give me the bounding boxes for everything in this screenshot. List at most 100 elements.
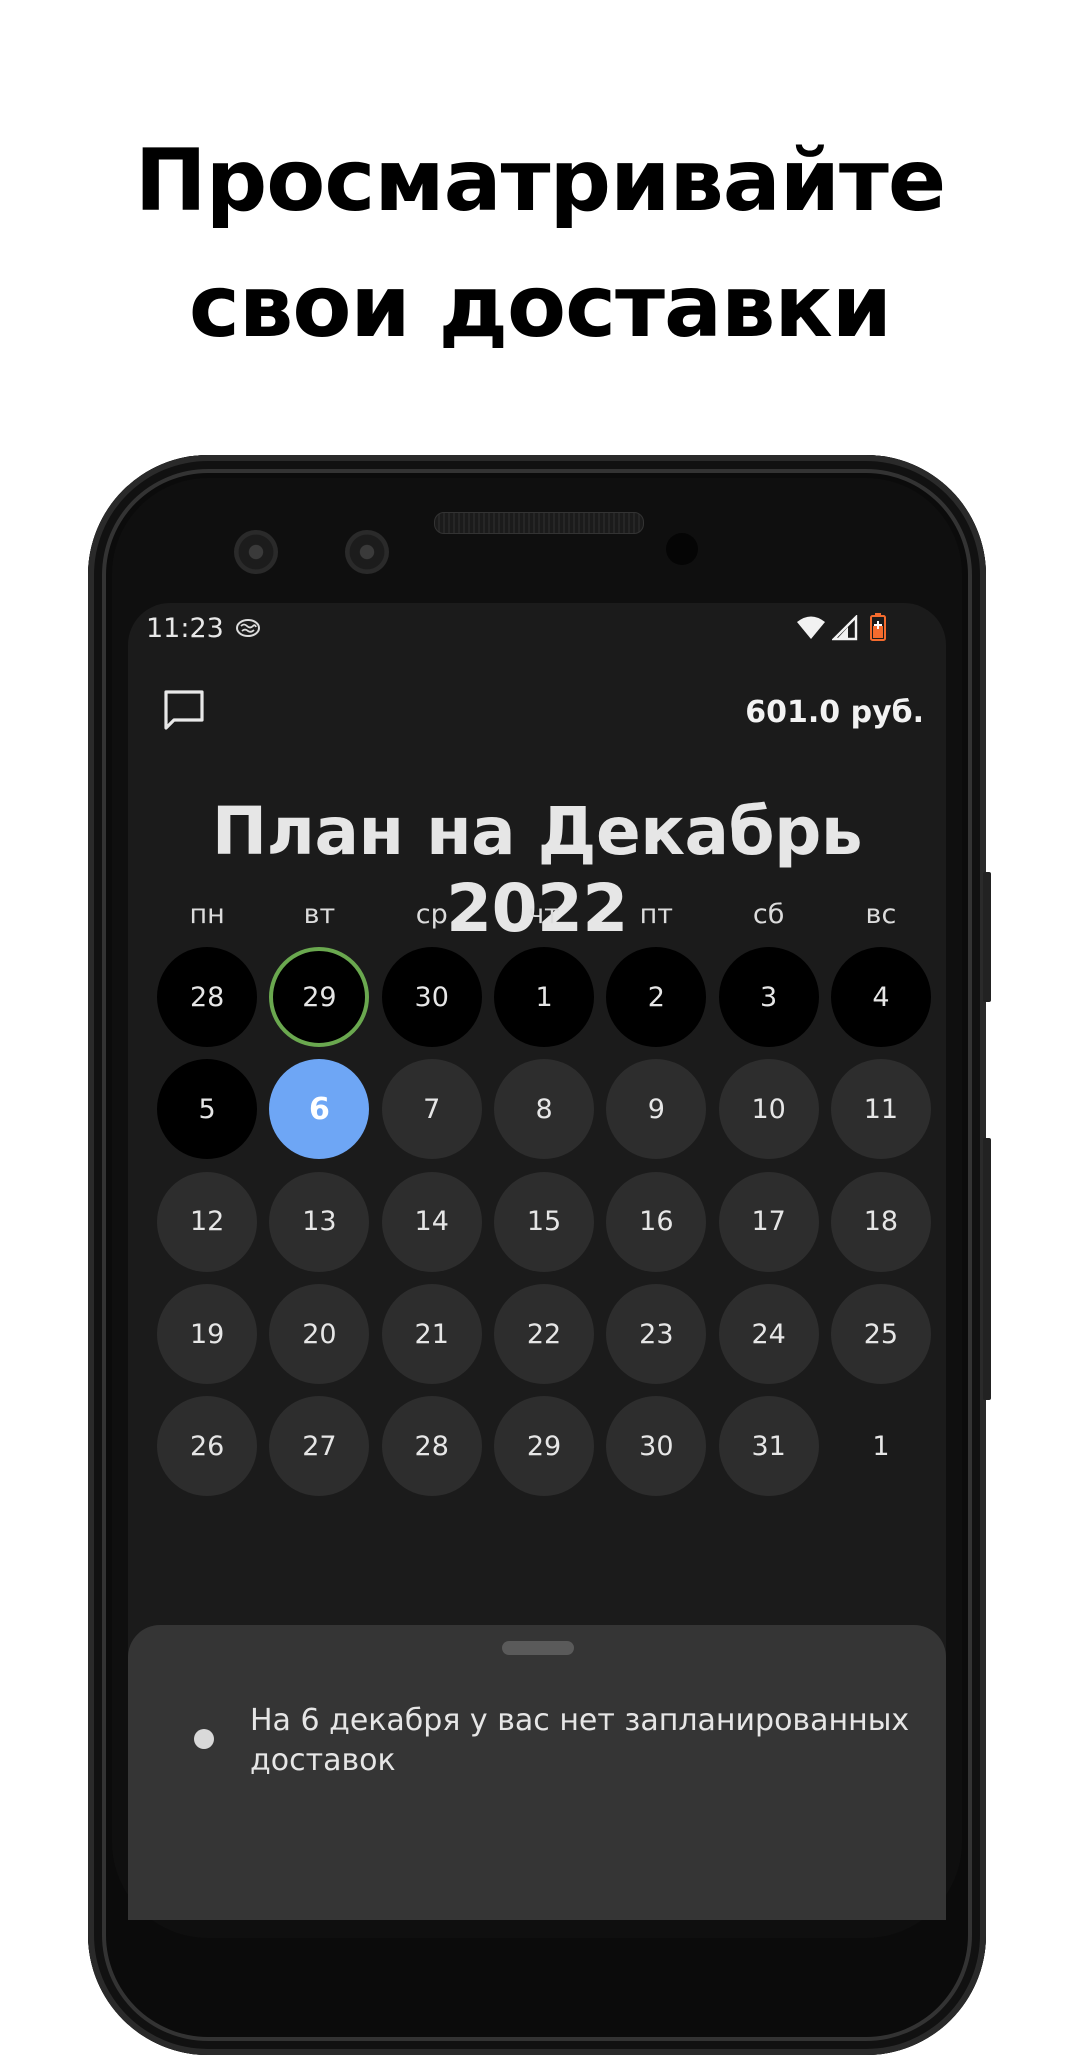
headline-line-1: Просматривайте [134, 131, 946, 231]
app-screen: 11:23 601.0 руб. План на Декабрь 2022 пн… [128, 603, 946, 1920]
calendar-day-future[interactable]: 27 [269, 1396, 370, 1497]
calendar-day-future[interactable]: 14 [381, 1171, 482, 1272]
wifi-icon [797, 616, 825, 639]
calendar-cell: 7 [376, 1053, 488, 1165]
calendar-cell: 11 [825, 1053, 937, 1165]
calendar-day-past[interactable]: 3 [718, 947, 819, 1048]
calendar-day-past[interactable]: 28 [157, 947, 258, 1048]
message-square-icon[interactable] [162, 688, 206, 732]
calendar-cell: 16 [600, 1166, 712, 1278]
calendar-cell: 21 [376, 1278, 488, 1390]
calendar-cell: 18 [825, 1166, 937, 1278]
calendar-cell: 8 [488, 1053, 600, 1165]
calendar-day-future[interactable]: 25 [830, 1284, 931, 1385]
weekday-label: чт [528, 899, 560, 930]
sheet-drag-handle[interactable] [502, 1641, 574, 1655]
weekday-header: пн вт ср чт пт сб вс [151, 899, 935, 930]
calendar-cell: 10 [712, 1053, 824, 1165]
calendar-day-future[interactable]: 30 [606, 1396, 707, 1497]
calendar-day-future[interactable]: 18 [830, 1171, 931, 1272]
calendar-cell: 29 [263, 941, 375, 1053]
calendar-cell: 1 [825, 1390, 937, 1502]
calendar-cell: 3 [712, 941, 824, 1053]
bullet-dot-icon [194, 1729, 214, 1749]
headline-line-2: свои доставки [188, 257, 892, 357]
calendar-day-future[interactable]: 28 [381, 1396, 482, 1497]
calendar-day-future[interactable]: 16 [606, 1171, 707, 1272]
calendar-day-past[interactable]: 30 [381, 947, 482, 1048]
calendar-cell: 6 [263, 1053, 375, 1165]
calendar-day-future[interactable]: 10 [718, 1059, 819, 1160]
calendar-cell: 29 [488, 1390, 600, 1502]
earpiece-speaker [434, 512, 644, 534]
calendar-cell: 30 [600, 1390, 712, 1502]
status-time: 11:23 [146, 613, 224, 644]
proximity-sensor [666, 533, 698, 565]
calendar-day-future[interactable]: 8 [494, 1059, 595, 1160]
calendar-day-future[interactable]: 13 [269, 1171, 370, 1272]
calendar-day-future[interactable]: 29 [494, 1396, 595, 1497]
status-bar: 11:23 [128, 603, 946, 659]
calendar-cell: 12 [151, 1166, 263, 1278]
calendar-day-future[interactable]: 15 [494, 1171, 595, 1272]
calendar-cell: 24 [712, 1278, 824, 1390]
calendar-cell: 19 [151, 1278, 263, 1390]
calendar-day-future[interactable]: 22 [494, 1284, 595, 1385]
notification-app-icon [236, 619, 260, 637]
calendar-day-past[interactable]: 4 [830, 947, 931, 1048]
calendar-cell: 1 [488, 941, 600, 1053]
calendar-cell: 28 [151, 941, 263, 1053]
calendar-day-future[interactable]: 21 [381, 1284, 482, 1385]
weekday-label: ср [415, 899, 448, 930]
calendar-cell: 20 [263, 1278, 375, 1390]
calendar-cell: 31 [712, 1390, 824, 1502]
calendar-day-future[interactable]: 19 [157, 1284, 258, 1385]
calendar-day-future[interactable]: 24 [718, 1284, 819, 1385]
calendar-day-future[interactable]: 23 [606, 1284, 707, 1385]
bottom-sheet[interactable]: На 6 декабря у вас нет запланированных д… [128, 1625, 946, 1920]
calendar-day-future[interactable]: 31 [718, 1396, 819, 1497]
weekday-label: пн [189, 899, 225, 930]
calendar-day-past[interactable]: 5 [157, 1059, 258, 1160]
calendar-day-past[interactable]: 1 [494, 947, 595, 1048]
calendar-day-future[interactable]: 7 [381, 1059, 482, 1160]
balance-amount: 601.0 руб. [745, 695, 924, 730]
calendar-cell: 30 [376, 941, 488, 1053]
calendar-cell: 4 [825, 941, 937, 1053]
calendar-day-future[interactable]: 12 [157, 1171, 258, 1272]
weekday-label: вт [303, 899, 336, 930]
battery-icon [870, 613, 886, 641]
front-camera-icon [234, 530, 278, 574]
calendar-cell: 26 [151, 1390, 263, 1502]
calendar-day-past[interactable]: 2 [606, 947, 707, 1048]
calendar-day-other[interactable]: 1 [831, 1396, 931, 1496]
promo-headline: Просматривайте свои доставки [0, 118, 1080, 370]
calendar-day-future[interactable]: 9 [606, 1059, 707, 1160]
calendar-cell: 9 [600, 1053, 712, 1165]
weekday-label: вс [865, 899, 897, 930]
calendar-cell: 28 [376, 1390, 488, 1502]
calendar-cell: 14 [376, 1166, 488, 1278]
calendar-grid: 28 29 30 1 2 3 4 5 6 7 8 9 10 11 12 13 14 15 16 17 18 19 20 21 2… [151, 941, 935, 1502]
calendar-day-today[interactable]: 29 [269, 947, 370, 1048]
no-deliveries-message: На 6 декабря у вас нет запланированных д… [250, 1703, 910, 1778]
weekday-label: пт [639, 899, 674, 930]
cellular-signal-icon [832, 615, 858, 641]
front-camera-secondary-icon [345, 530, 389, 574]
calendar-day-selected[interactable]: 6 [269, 1059, 370, 1160]
calendar-cell: 15 [488, 1166, 600, 1278]
calendar-day-future[interactable]: 17 [718, 1171, 819, 1272]
calendar-day-future[interactable]: 20 [269, 1284, 370, 1385]
calendar-cell: 17 [712, 1166, 824, 1278]
calendar-cell: 25 [825, 1278, 937, 1390]
weekday-label: сб [752, 899, 785, 930]
calendar-day-future[interactable]: 26 [157, 1396, 258, 1497]
phone-power-button [983, 872, 991, 1002]
calendar-cell: 22 [488, 1278, 600, 1390]
phone-volume-button [983, 1138, 991, 1400]
calendar-cell: 13 [263, 1166, 375, 1278]
calendar-cell: 23 [600, 1278, 712, 1390]
calendar-cell: 27 [263, 1390, 375, 1502]
calendar-cell: 5 [151, 1053, 263, 1165]
calendar-day-future[interactable]: 11 [830, 1059, 931, 1160]
